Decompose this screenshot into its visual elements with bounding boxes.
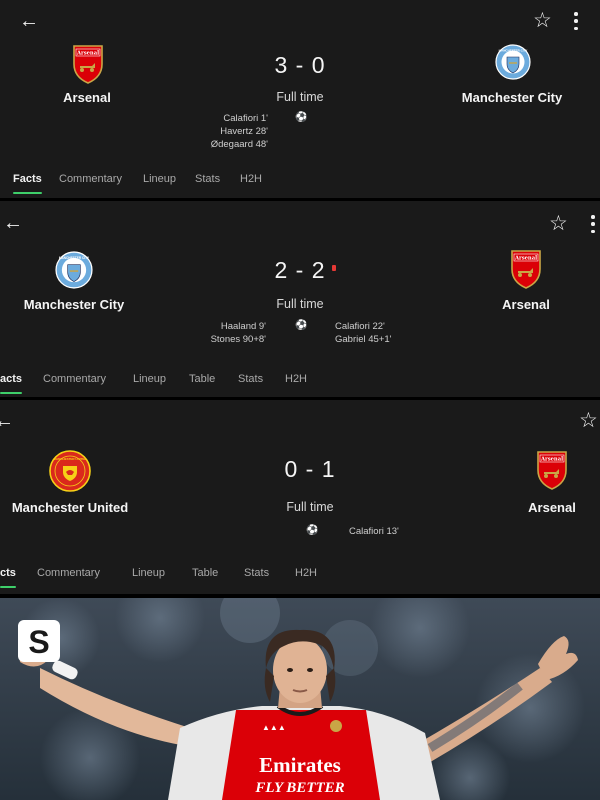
- tab-stats[interactable]: Stats: [244, 567, 269, 579]
- football-icon: ⚽: [295, 320, 308, 331]
- back-arrow-icon[interactable]: ←: [3, 213, 23, 233]
- shirt-slogan: FLY BETTER: [254, 780, 344, 796]
- match-tabs: cts Commentary Lineup Table Stats H2H: [0, 560, 600, 588]
- home-scorers-list: Haaland 9' Stones 90+8': [180, 320, 266, 346]
- tab-table[interactable]: Table: [189, 373, 215, 385]
- svg-text:▲▲▲: ▲▲▲: [262, 723, 286, 732]
- match-card-arsenal-vs-man-city: ← ☆ Arsenal Arsenal 3 - 0 Full time Cala…: [0, 0, 600, 198]
- away-scorers-list: Calafiori 13': [349, 525, 439, 538]
- arsenal-crest-icon[interactable]: Arsenal: [71, 44, 105, 84]
- football-icon: ⚽: [295, 112, 308, 123]
- match-status: Full time: [276, 297, 324, 311]
- star-outline-icon[interactable]: ☆: [533, 10, 552, 31]
- tab-facts[interactable]: cts: [0, 567, 16, 588]
- back-arrow-icon[interactable]: ←: [0, 411, 14, 431]
- goal-scorer[interactable]: Havertz 28': [190, 125, 268, 138]
- star-outline-icon[interactable]: ☆: [579, 410, 598, 431]
- home-team-name[interactable]: Manchester City: [14, 297, 134, 312]
- celebration-illustration: ▲▲▲ Emirates FLY BETTER S: [0, 598, 600, 800]
- svg-text:MANCHESTER CITY: MANCHESTER CITY: [499, 48, 528, 52]
- kebab-menu-icon[interactable]: [590, 215, 596, 233]
- svg-text:MANCHESTER UNITED: MANCHESTER UNITED: [53, 457, 87, 461]
- svg-text:Arsenal: Arsenal: [514, 256, 537, 262]
- tab-lineup[interactable]: Lineup: [133, 373, 166, 385]
- tab-stats[interactable]: Stats: [195, 173, 220, 185]
- tab-commentary[interactable]: Commentary: [37, 567, 100, 579]
- tab-facts[interactable]: Facts: [13, 173, 42, 194]
- away-team-name[interactable]: Manchester City: [452, 90, 572, 105]
- goal-scorer[interactable]: Stones 90+8': [180, 333, 266, 346]
- away-team-name[interactable]: Arsenal: [476, 297, 576, 312]
- tab-facts[interactable]: acts: [0, 373, 23, 394]
- away-scorers-list: Calafiori 22' Gabriel 45+1': [335, 320, 425, 346]
- man-city-crest-icon[interactable]: MANCHESTER CITY: [495, 44, 531, 80]
- home-scorers-list: Calafiori 1' Havertz 28' Ødegaard 48': [190, 112, 268, 151]
- goal-scorer[interactable]: Calafiori 22': [335, 320, 425, 333]
- red-card-indicator: [332, 265, 336, 271]
- arsenal-crest-icon[interactable]: Arsenal: [535, 450, 569, 490]
- svg-text:Arsenal: Arsenal: [76, 51, 99, 57]
- tab-stats[interactable]: Stats: [238, 373, 263, 385]
- tab-lineup[interactable]: Lineup: [132, 567, 165, 579]
- star-outline-icon[interactable]: ☆: [549, 213, 568, 234]
- match-tabs: Facts Commentary Lineup Stats H2H: [0, 166, 600, 194]
- arsenal-crest-icon[interactable]: Arsenal: [509, 249, 543, 289]
- match-score: 0 - 1: [284, 456, 336, 482]
- match-status: Full time: [276, 90, 324, 104]
- kebab-menu-icon[interactable]: [573, 12, 579, 30]
- man-city-crest-icon[interactable]: MANCHESTER CITY: [55, 251, 93, 289]
- goal-scorer[interactable]: Calafiori 1': [190, 112, 268, 125]
- away-team-name[interactable]: Arsenal: [502, 500, 600, 515]
- home-team-name[interactable]: Arsenal: [37, 90, 137, 105]
- match-score: 3 - 0: [274, 52, 326, 78]
- sportsnet-logo-icon: S: [18, 620, 60, 662]
- man-united-crest-icon[interactable]: MANCHESTER UNITED: [49, 450, 91, 492]
- goal-scorer[interactable]: Calafiori 13': [349, 525, 439, 538]
- tab-h2h[interactable]: H2H: [240, 173, 262, 185]
- tab-table[interactable]: Table: [192, 567, 218, 579]
- tab-lineup[interactable]: Lineup: [143, 173, 176, 185]
- home-team-name[interactable]: Manchester United: [0, 500, 140, 515]
- shirt-sponsor: Emirates: [259, 753, 341, 777]
- match-status: Full time: [286, 500, 334, 514]
- svg-text:Arsenal: Arsenal: [540, 457, 563, 463]
- tab-commentary[interactable]: Commentary: [59, 173, 122, 185]
- tab-h2h[interactable]: H2H: [295, 567, 317, 579]
- goal-scorer[interactable]: Ødegaard 48': [190, 138, 268, 151]
- svg-text:MANCHESTER CITY: MANCHESTER CITY: [59, 256, 90, 260]
- match-card-man-city-vs-arsenal: ← ☆ MANCHESTER CITY Manchester City 2 - …: [0, 201, 600, 397]
- svg-text:S: S: [28, 624, 49, 660]
- player-celebration-photo: ▲▲▲ Emirates FLY BETTER S: [0, 598, 600, 800]
- goal-scorer[interactable]: Haaland 9': [180, 320, 266, 333]
- tab-h2h[interactable]: H2H: [285, 373, 307, 385]
- tab-commentary[interactable]: Commentary: [43, 373, 106, 385]
- football-icon: ⚽: [306, 525, 319, 536]
- back-arrow-icon[interactable]: ←: [19, 11, 39, 31]
- match-card-man-united-vs-arsenal: ← ☆ MANCHESTER UNITED Manchester United …: [0, 400, 600, 594]
- match-tabs: acts Commentary Lineup Table Stats H2H: [0, 366, 600, 394]
- goal-scorer[interactable]: Gabriel 45+1': [335, 333, 425, 346]
